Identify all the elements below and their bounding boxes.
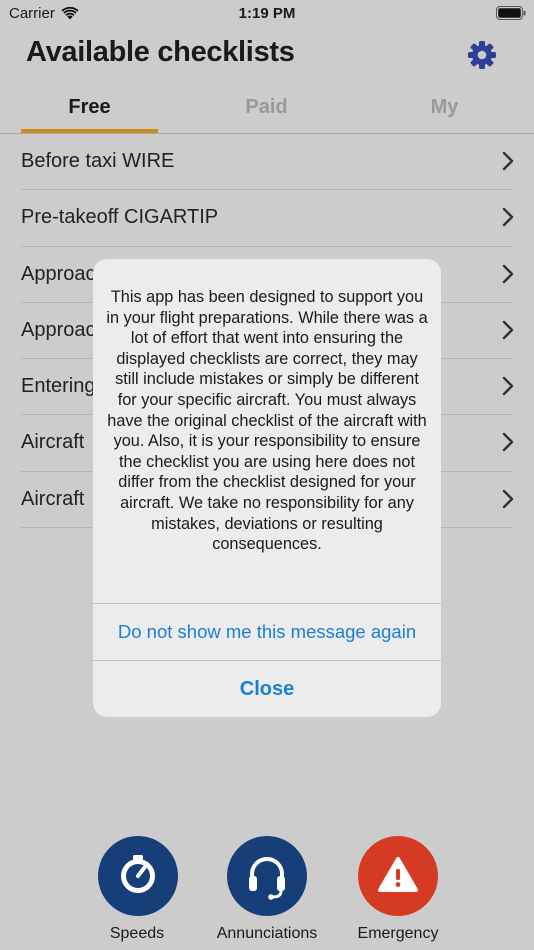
settings-button[interactable] [466,39,498,71]
annunciations-button[interactable] [227,836,307,916]
list-item-label: Approac [21,262,96,285]
dont-show-again-button[interactable]: Do not show me this message again [93,604,441,660]
chevron-right-icon [502,376,514,396]
list-item-label: Entering [21,375,96,398]
warning-icon [378,857,418,892]
tab-my[interactable]: My [376,96,513,119]
speeds-label: Speeds [109,925,165,942]
annunciations-label: Annunciations [216,925,318,942]
close-button[interactable]: Close [93,661,441,717]
tab-paid[interactable]: Paid [198,96,335,119]
chevron-right-icon [502,489,514,508]
chevron-right-icon [502,208,514,227]
speeds-button[interactable] [98,836,178,916]
list-item[interactable]: Before taxi WIRE [21,134,514,191]
list-item-label: Pre-takeoff CIGARTIP [21,206,219,229]
status-bar: Carrier 1:19 PM [0,0,534,28]
alert-message: This app has been designed to support yo… [106,288,428,554]
status-time: 1:19 PM [238,5,296,22]
gear-icon [468,41,496,69]
emergency-label: Emergency [357,925,439,942]
battery-icon [496,6,526,20]
list-item-label: Before taxi WIRE [21,150,175,172]
chevron-right-icon [502,433,514,452]
tab-bar: Free Paid My [0,90,534,134]
list-item-label: Aircraft [21,431,85,454]
chevron-right-icon [502,151,514,171]
list-item[interactable]: Pre-takeoff CIGARTIP [21,190,514,247]
headset-icon [249,857,285,900]
list-item-label: Approac [21,318,96,341]
emergency-button[interactable] [358,836,438,916]
chevron-right-icon [502,264,514,283]
page-title: Available checklists [26,36,295,68]
stopwatch-icon [121,855,155,893]
disclaimer-alert: This app has been designed to support yo… [93,259,441,717]
tab-free[interactable]: Free [21,96,158,119]
chevron-right-icon [502,320,514,340]
list-item-label: Aircraft [21,487,85,510]
